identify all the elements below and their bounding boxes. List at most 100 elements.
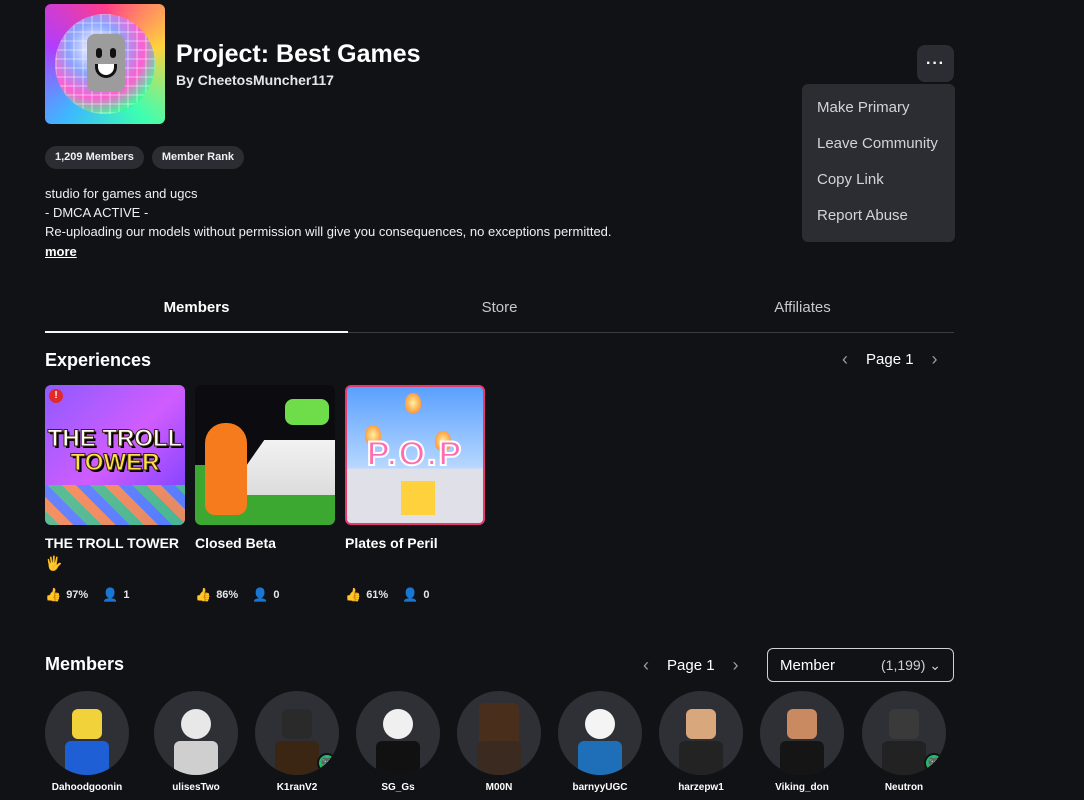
member-name[interactable]: Dahoodgoonin	[45, 782, 129, 793]
avatar[interactable]: 🎮	[255, 691, 339, 775]
thumbnail-floor-graphic	[45, 485, 185, 525]
description-line: - DMCA ACTIVE -	[45, 205, 149, 220]
role-member-count: (1,199) ⌄	[881, 656, 941, 673]
group-title: Project: Best Games	[176, 40, 421, 68]
description-line: studio for games and ugcs	[45, 186, 198, 201]
member-name[interactable]: harzepw1	[659, 782, 743, 793]
chevron-right-icon[interactable]: ›	[733, 655, 739, 676]
player-count: 1	[123, 589, 130, 601]
options-dropdown-menu: Make Primary Leave Community Copy Link R…	[802, 84, 955, 242]
chevron-left-icon[interactable]: ‹	[643, 655, 649, 676]
member-rank-badge: Member Rank	[151, 146, 245, 169]
thumbnail-title-art: THE TROLL TOWER	[47, 425, 183, 476]
members-title: Members	[45, 654, 125, 674]
member-item[interactable]: ulisesTwo	[154, 691, 238, 793]
menu-item-report-abuse[interactable]: Report Abuse	[802, 198, 955, 234]
avatar[interactable]	[45, 691, 129, 775]
experience-stats: 👍 86% 👤 0	[195, 587, 280, 603]
character-graphic	[205, 423, 247, 515]
chevron-right-icon[interactable]: ›	[932, 349, 938, 370]
group-emblem-image	[45, 4, 165, 124]
experience-name[interactable]: Closed Beta	[195, 533, 335, 553]
experience-card[interactable]: ! THE TROLL TOWER THE TROLL TOWER 🖐 👍 97%…	[45, 385, 185, 602]
tab-store[interactable]: Store	[348, 290, 651, 332]
experiences-pager: ‹ Page 1 ›	[842, 349, 938, 370]
menu-item-copy-link[interactable]: Copy Link	[802, 162, 955, 198]
fire-graphic	[405, 393, 421, 413]
member-item[interactable]: harzepw1	[659, 691, 743, 793]
tab-members[interactable]: Members	[45, 290, 348, 333]
tab-affiliates[interactable]: Affiliates	[651, 290, 954, 332]
experience-thumbnail[interactable]	[195, 385, 335, 525]
menu-item-make-primary[interactable]: Make Primary	[802, 90, 955, 126]
player-count-icon: 👤	[402, 587, 419, 602]
description-line: Re-uploading our models without permissi…	[45, 224, 612, 239]
member-item[interactable]: 🎮 K1ranV2	[255, 691, 339, 793]
group-description: studio for games and ugcs - DMCA ACTIVE …	[45, 184, 612, 241]
like-ratio: 61%	[366, 589, 389, 601]
member-item[interactable]: 🎮 Neutron	[862, 691, 946, 793]
in-game-icon: 🎮	[317, 753, 337, 773]
group-owner-link[interactable]: By CheetosMuncher117	[176, 72, 334, 88]
member-name[interactable]: SG_Gs	[356, 782, 440, 793]
mouth	[95, 64, 117, 78]
avatar[interactable]	[356, 691, 440, 775]
member-item[interactable]: Dahoodgoonin	[45, 691, 129, 793]
avatar[interactable]	[760, 691, 844, 775]
group-badges: 1,209 Members Member Rank	[45, 146, 245, 169]
experience-stats: 👍 97% 👤 1	[45, 587, 130, 603]
member-item[interactable]: SG_Gs	[356, 691, 440, 793]
members-page-label: Page 1	[667, 657, 715, 674]
alert-icon: !	[49, 389, 63, 403]
description-more-link[interactable]: more	[45, 244, 77, 259]
player-count-icon: 👤	[102, 587, 119, 602]
member-name[interactable]: K1ranV2	[255, 782, 339, 793]
member-name[interactable]: ulisesTwo	[154, 782, 238, 793]
player-count: 0	[273, 589, 280, 601]
member-name[interactable]: Viking_don	[760, 782, 844, 793]
experience-thumbnail[interactable]: P.O.P	[345, 385, 485, 525]
group-tabs: Members Store Affiliates	[45, 290, 954, 333]
experience-card[interactable]: Closed Beta 👍 86% 👤 0	[195, 385, 335, 602]
experiences-page-label: Page 1	[866, 351, 914, 368]
ellipsis-icon: ···	[926, 54, 945, 72]
role-select-label: Member	[780, 656, 836, 674]
thumbs-up-icon: 👍	[45, 587, 62, 602]
experience-name[interactable]: Plates of Peril	[345, 533, 485, 553]
menu-item-leave-community[interactable]: Leave Community	[802, 126, 955, 162]
chevron-down-icon: ⌄	[929, 656, 941, 673]
member-item[interactable]: barnyyUGC	[558, 691, 642, 793]
player-count: 0	[423, 589, 430, 601]
member-item[interactable]: M00N	[457, 691, 541, 793]
members-count-badge: 1,209 Members	[45, 146, 144, 169]
experience-name[interactable]: THE TROLL TOWER 🖐	[45, 533, 185, 573]
in-game-icon: 🎮	[924, 753, 944, 773]
money-pile-graphic	[285, 399, 329, 425]
avatar[interactable]	[659, 691, 743, 775]
thumbs-up-icon: 👍	[345, 587, 362, 602]
block-graphic	[401, 481, 435, 515]
experience-card[interactable]: P.O.P Plates of Peril 👍 61% 👤 0	[345, 385, 485, 602]
member-name[interactable]: M00N	[457, 782, 541, 793]
avatar[interactable]	[154, 691, 238, 775]
player-count-icon: 👤	[252, 587, 269, 602]
like-ratio: 86%	[216, 589, 239, 601]
experience-stats: 👍 61% 👤 0	[345, 587, 430, 603]
member-item[interactable]: Viking_don	[760, 691, 844, 793]
thumbnail-title-art: P.O.P	[366, 434, 464, 474]
eye-right	[110, 48, 116, 58]
more-options-button[interactable]: ···	[917, 45, 954, 82]
avatar[interactable]	[457, 691, 541, 775]
thumbs-up-icon: 👍	[195, 587, 212, 602]
member-role-select[interactable]: Member (1,199) ⌄	[767, 648, 954, 682]
group-page: Project: Best Games By CheetosMuncher117…	[0, 0, 1084, 800]
avatar[interactable]	[558, 691, 642, 775]
eye-left	[96, 48, 102, 58]
members-pager: ‹ Page 1 ›	[643, 655, 739, 676]
avatar[interactable]: 🎮	[862, 691, 946, 775]
experience-thumbnail[interactable]: ! THE TROLL TOWER	[45, 385, 185, 525]
smiley-face-graphic	[87, 34, 125, 92]
member-name[interactable]: Neutron	[862, 782, 946, 793]
chevron-left-icon[interactable]: ‹	[842, 349, 848, 370]
member-name[interactable]: barnyyUGC	[558, 782, 642, 793]
